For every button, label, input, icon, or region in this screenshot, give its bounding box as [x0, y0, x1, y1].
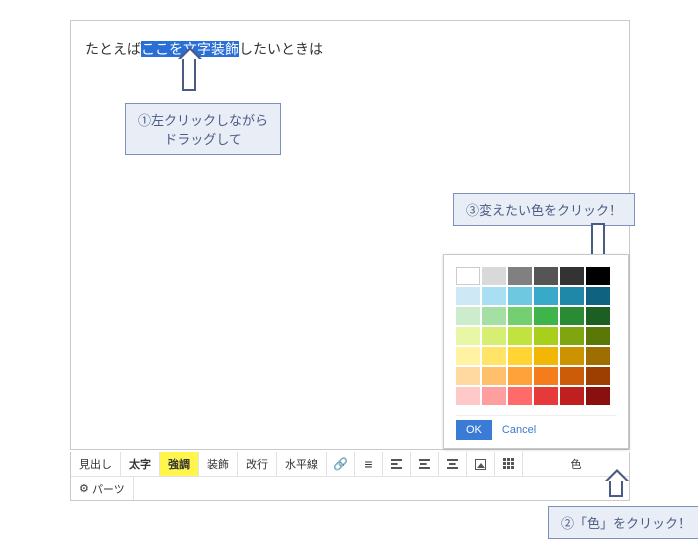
- editor-text-line[interactable]: たとえばここを文字装飾したいときは: [85, 39, 615, 59]
- linebreak-button[interactable]: 改行: [238, 452, 277, 476]
- color-swatch[interactable]: [456, 267, 480, 285]
- list-button[interactable]: [355, 452, 383, 476]
- callout-step1-line2: ドラッグして: [138, 129, 268, 148]
- horizontal-rule-button[interactable]: 水平線: [277, 452, 327, 476]
- image-icon: [475, 459, 486, 470]
- color-swatch[interactable]: [456, 287, 480, 305]
- color-swatch[interactable]: [560, 367, 584, 385]
- color-swatch[interactable]: [560, 327, 584, 345]
- color-swatch[interactable]: [482, 327, 506, 345]
- color-swatch[interactable]: [508, 327, 532, 345]
- text-before: たとえば: [85, 41, 141, 57]
- color-swatch[interactable]: [586, 347, 610, 365]
- align-center-icon: [419, 459, 430, 469]
- color-swatch[interactable]: [482, 387, 506, 405]
- color-swatch[interactable]: [456, 347, 480, 365]
- color-swatch[interactable]: [482, 287, 506, 305]
- align-right-button[interactable]: [439, 452, 467, 476]
- color-swatch[interactable]: [560, 287, 584, 305]
- color-swatch[interactable]: [508, 347, 532, 365]
- heading-button[interactable]: 見出し: [71, 452, 121, 476]
- color-swatch[interactable]: [586, 367, 610, 385]
- toolbar-spacer: [134, 477, 629, 500]
- image-button[interactable]: [467, 452, 495, 476]
- list-icon: [364, 456, 372, 472]
- align-right-icon: [447, 459, 458, 469]
- parts-button[interactable]: パーツ: [71, 477, 134, 500]
- color-swatch[interactable]: [456, 387, 480, 405]
- color-swatch[interactable]: [508, 367, 532, 385]
- color-swatch[interactable]: [586, 287, 610, 305]
- callout-step1: ①左クリックしながら ドラッグして: [125, 103, 281, 155]
- ok-button[interactable]: OK: [456, 420, 492, 440]
- toolbar: 見出し 太字 強調 装飾 改行 水平線 色 パーツ: [70, 452, 630, 501]
- color-swatch[interactable]: [586, 307, 610, 325]
- emphasis-button[interactable]: 強調: [160, 452, 199, 476]
- toolbar-row-2: パーツ: [71, 476, 629, 500]
- color-picker-popover: OK Cancel: [443, 254, 629, 449]
- color-swatch[interactable]: [482, 367, 506, 385]
- color-swatch[interactable]: [534, 387, 558, 405]
- color-swatch[interactable]: [534, 327, 558, 345]
- align-left-button[interactable]: [383, 452, 411, 476]
- color-swatch[interactable]: [586, 267, 610, 285]
- picker-actions: OK Cancel: [456, 415, 616, 440]
- color-swatch[interactable]: [560, 267, 584, 285]
- arrow-step1: [182, 57, 196, 91]
- color-swatch[interactable]: [508, 307, 532, 325]
- color-swatch[interactable]: [482, 347, 506, 365]
- gear-icon: [79, 482, 89, 495]
- arrow-step2: [609, 479, 623, 497]
- color-swatch[interactable]: [560, 387, 584, 405]
- toolbar-row-1: 見出し 太字 強調 装飾 改行 水平線 色: [71, 452, 629, 476]
- callout-step1-line1: ①左クリックしながら: [138, 110, 268, 129]
- decoration-button[interactable]: 装飾: [199, 452, 238, 476]
- link-icon: [333, 457, 348, 471]
- color-swatch[interactable]: [508, 387, 532, 405]
- callout-step2: ②「色」をクリック！: [548, 506, 698, 539]
- link-button[interactable]: [327, 452, 355, 476]
- color-swatch[interactable]: [456, 367, 480, 385]
- color-swatch[interactable]: [508, 287, 532, 305]
- align-left-icon: [391, 459, 402, 469]
- color-swatch[interactable]: [534, 287, 558, 305]
- color-swatch[interactable]: [482, 307, 506, 325]
- color-swatch[interactable]: [560, 347, 584, 365]
- text-after: したいときは: [239, 41, 323, 57]
- callout-step3: ③変えたい色をクリック！: [453, 193, 635, 226]
- color-swatch[interactable]: [534, 267, 558, 285]
- color-swatch[interactable]: [586, 327, 610, 345]
- editor-area[interactable]: たとえばここを文字装飾したいときは ①左クリックしながら ドラッグして ③変えた…: [70, 20, 630, 450]
- align-center-button[interactable]: [411, 452, 439, 476]
- grid-icon: [503, 458, 514, 470]
- color-swatch[interactable]: [456, 307, 480, 325]
- bold-button[interactable]: 太字: [121, 452, 160, 476]
- grid-button[interactable]: [495, 452, 523, 476]
- color-swatch[interactable]: [482, 267, 506, 285]
- color-swatch[interactable]: [534, 347, 558, 365]
- color-swatch-grid: [456, 267, 616, 405]
- color-swatch[interactable]: [560, 307, 584, 325]
- cancel-link[interactable]: Cancel: [502, 424, 536, 436]
- color-swatch[interactable]: [534, 307, 558, 325]
- color-swatch[interactable]: [586, 387, 610, 405]
- color-swatch[interactable]: [534, 367, 558, 385]
- color-swatch[interactable]: [508, 267, 532, 285]
- color-swatch[interactable]: [456, 327, 480, 345]
